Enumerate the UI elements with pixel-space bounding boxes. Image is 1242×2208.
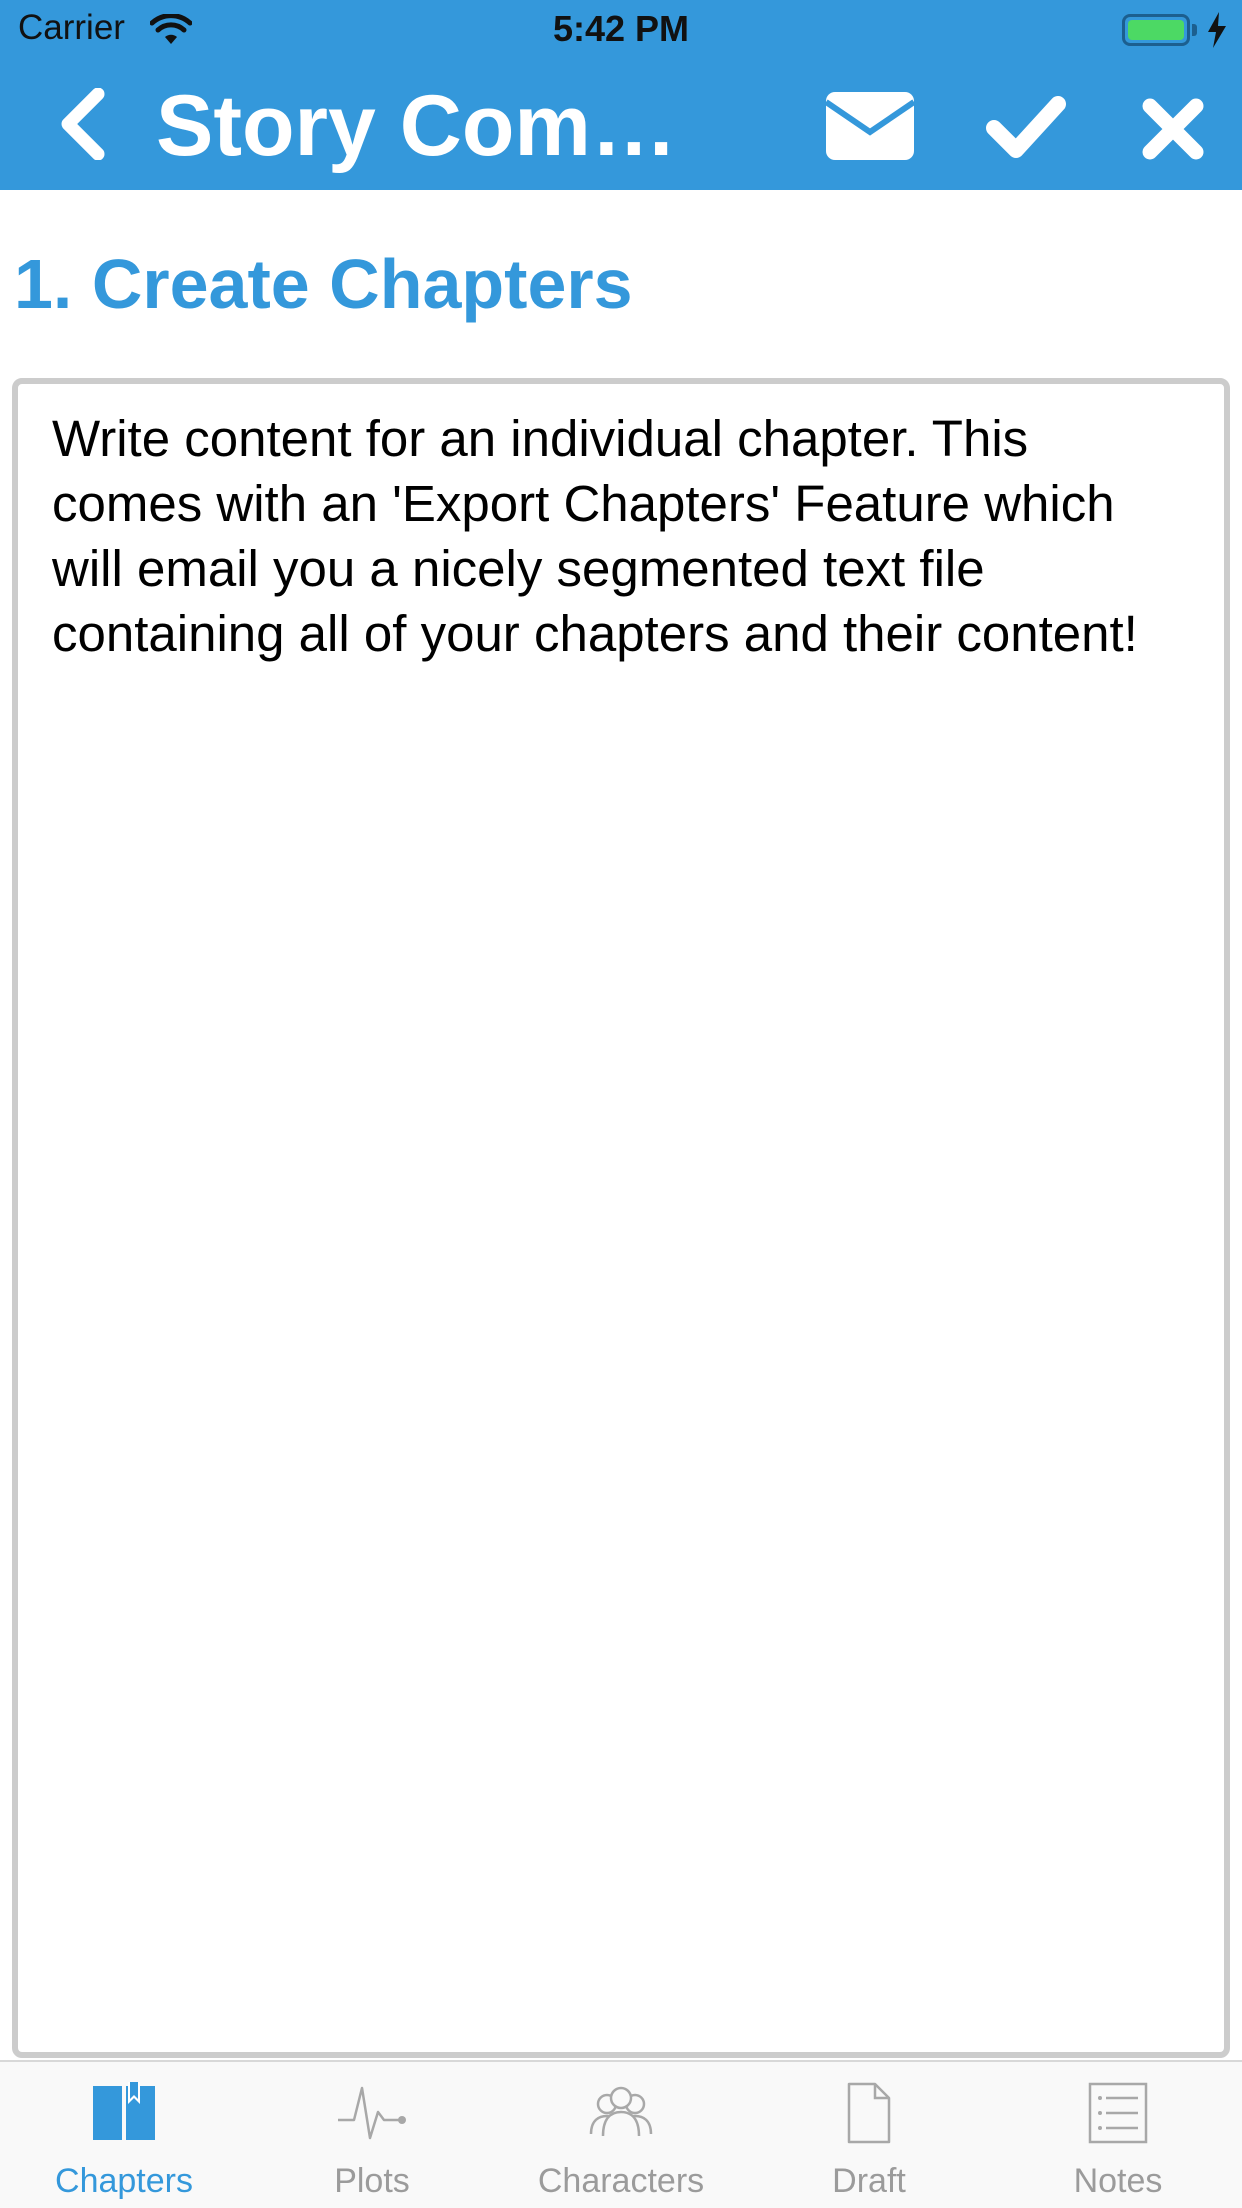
- battery-icon: [1122, 14, 1190, 46]
- heartbeat-icon: [338, 2086, 406, 2140]
- check-icon[interactable]: [986, 96, 1066, 158]
- tab-label-plots: Plots: [334, 2162, 410, 2200]
- mail-icon[interactable]: [826, 92, 914, 160]
- tab-draft[interactable]: Draft: [745, 2062, 993, 2208]
- tab-notes[interactable]: Notes: [994, 2062, 1242, 2208]
- tab-label-draft: Draft: [832, 2162, 906, 2200]
- list-icon: [1088, 2082, 1148, 2144]
- nav-title: Story Comp...: [156, 78, 696, 174]
- status-time: 5:42 PM: [552, 8, 690, 49]
- section-title: 1. Create Chapters: [14, 245, 633, 323]
- tab-label-characters: Characters: [537, 2162, 705, 2200]
- close-icon[interactable]: [1142, 98, 1204, 160]
- tab-characters[interactable]: Characters: [497, 2062, 745, 2208]
- back-icon[interactable]: [58, 88, 110, 160]
- document-icon: [847, 2082, 891, 2144]
- tab-label-notes: Notes: [1073, 2162, 1163, 2200]
- people-icon: [589, 2086, 653, 2137]
- chapter-content-editor[interactable]: Write content for an individual chapter.…: [12, 378, 1230, 2058]
- book-icon: [93, 2082, 155, 2140]
- charging-bolt-icon: [1208, 12, 1226, 48]
- tab-bar: Chapters Plots Characters Draft Notes: [0, 2060, 1242, 2208]
- navigation-bar: Carrier 5:42 PM Story Comp...: [0, 0, 1242, 190]
- tab-plots[interactable]: Plots: [248, 2062, 496, 2208]
- tab-chapters[interactable]: Chapters: [0, 2062, 248, 2208]
- tab-label-chapters: Chapters: [55, 2162, 193, 2200]
- battery-tip: [1192, 24, 1197, 36]
